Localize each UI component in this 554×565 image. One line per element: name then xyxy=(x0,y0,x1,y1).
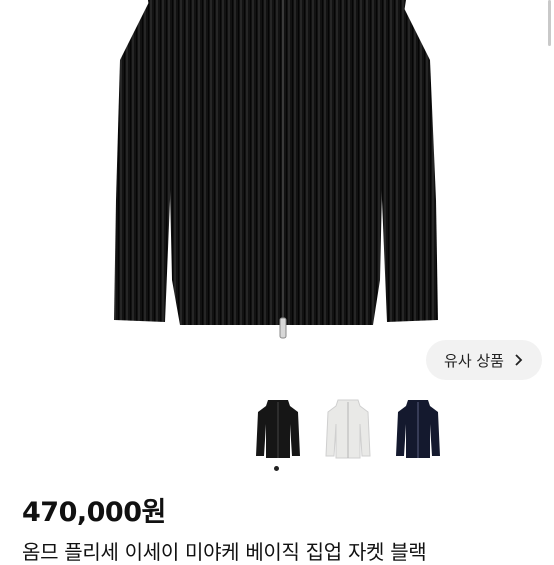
product-title: 옴므 플리세 이세이 미야케 베이직 집업 자켓 블랙 xyxy=(22,540,427,564)
thumbnail-white[interactable] xyxy=(324,398,372,460)
thumbnail-navy[interactable] xyxy=(394,398,442,460)
similar-products-button[interactable]: 유사 상품 xyxy=(426,340,542,380)
similar-products-label: 유사 상품 xyxy=(444,351,504,370)
thumbnail-black[interactable] xyxy=(254,398,302,460)
product-main-image[interactable] xyxy=(0,0,554,345)
carousel-indicator-dot xyxy=(274,466,279,471)
color-thumbnails xyxy=(252,398,448,462)
product-price: 470,000원 xyxy=(22,497,166,528)
chevron-right-icon xyxy=(515,354,523,366)
